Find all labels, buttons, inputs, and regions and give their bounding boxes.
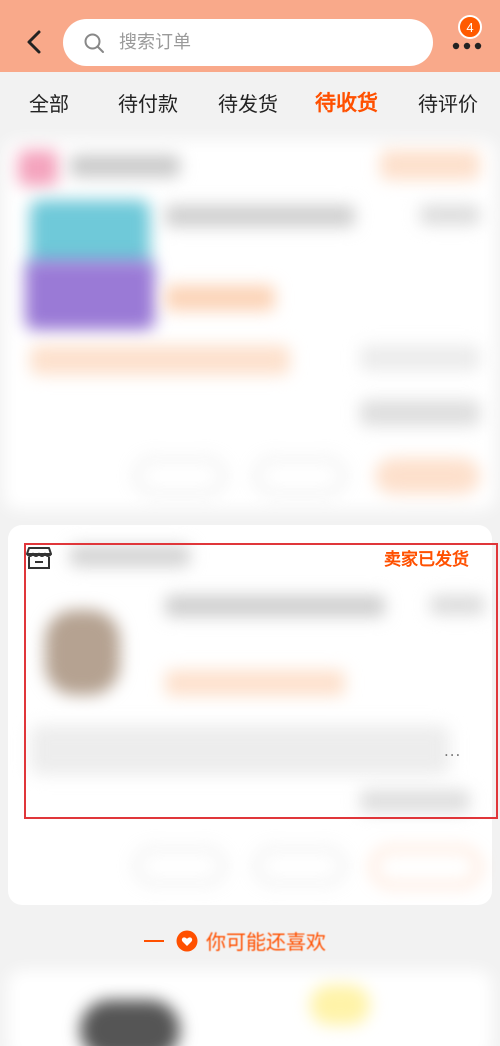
recommend-header: 你可能还喜欢: [144, 926, 326, 955]
recommend-title: 你可能还喜欢: [206, 930, 326, 954]
highlight-frame: [24, 543, 498, 819]
confirm-receipt-button[interactable]: [372, 848, 480, 886]
more-dots-icon: [452, 42, 482, 50]
promo-placeholder: [30, 345, 290, 375]
heart-icon: [176, 930, 198, 951]
notification-badge: 4: [458, 15, 482, 39]
order-status-placeholder: [380, 150, 480, 180]
chevron-left-icon: [27, 30, 41, 54]
subtotal-placeholder: [360, 345, 480, 371]
tab-pending-payment[interactable]: 待付款: [118, 88, 178, 117]
price-placeholder: [420, 205, 480, 225]
tag-placeholder: [165, 285, 275, 311]
order-status-tabs: 全部 待付款 待发货 待收货 待评价: [0, 72, 500, 134]
back-button[interactable]: [20, 28, 48, 56]
search-input[interactable]: [119, 32, 379, 53]
top-bar: 4: [0, 0, 500, 72]
search-box[interactable]: [63, 19, 433, 66]
shop-name-placeholder: [70, 155, 180, 177]
tab-pending-shipment[interactable]: 待发货: [218, 88, 278, 117]
action-button-5[interactable]: [255, 848, 345, 884]
total-placeholder: [360, 400, 480, 426]
tab-pending-receipt[interactable]: 待收货: [315, 87, 378, 117]
shop-logo: [18, 150, 58, 186]
action-button-4[interactable]: [135, 848, 225, 884]
action-button-3[interactable]: [375, 458, 480, 494]
product-title-placeholder: [165, 205, 355, 227]
recommend-tag: [310, 985, 370, 1025]
tab-all[interactable]: 全部: [29, 88, 69, 117]
action-button-2[interactable]: [255, 458, 345, 494]
product-image-1b: [25, 260, 155, 330]
tab-pending-review[interactable]: 待评价: [418, 88, 478, 117]
recommend-image: [80, 1000, 180, 1046]
divider-line: [144, 939, 164, 942]
search-icon: [84, 33, 104, 53]
action-button-1[interactable]: [135, 458, 225, 494]
